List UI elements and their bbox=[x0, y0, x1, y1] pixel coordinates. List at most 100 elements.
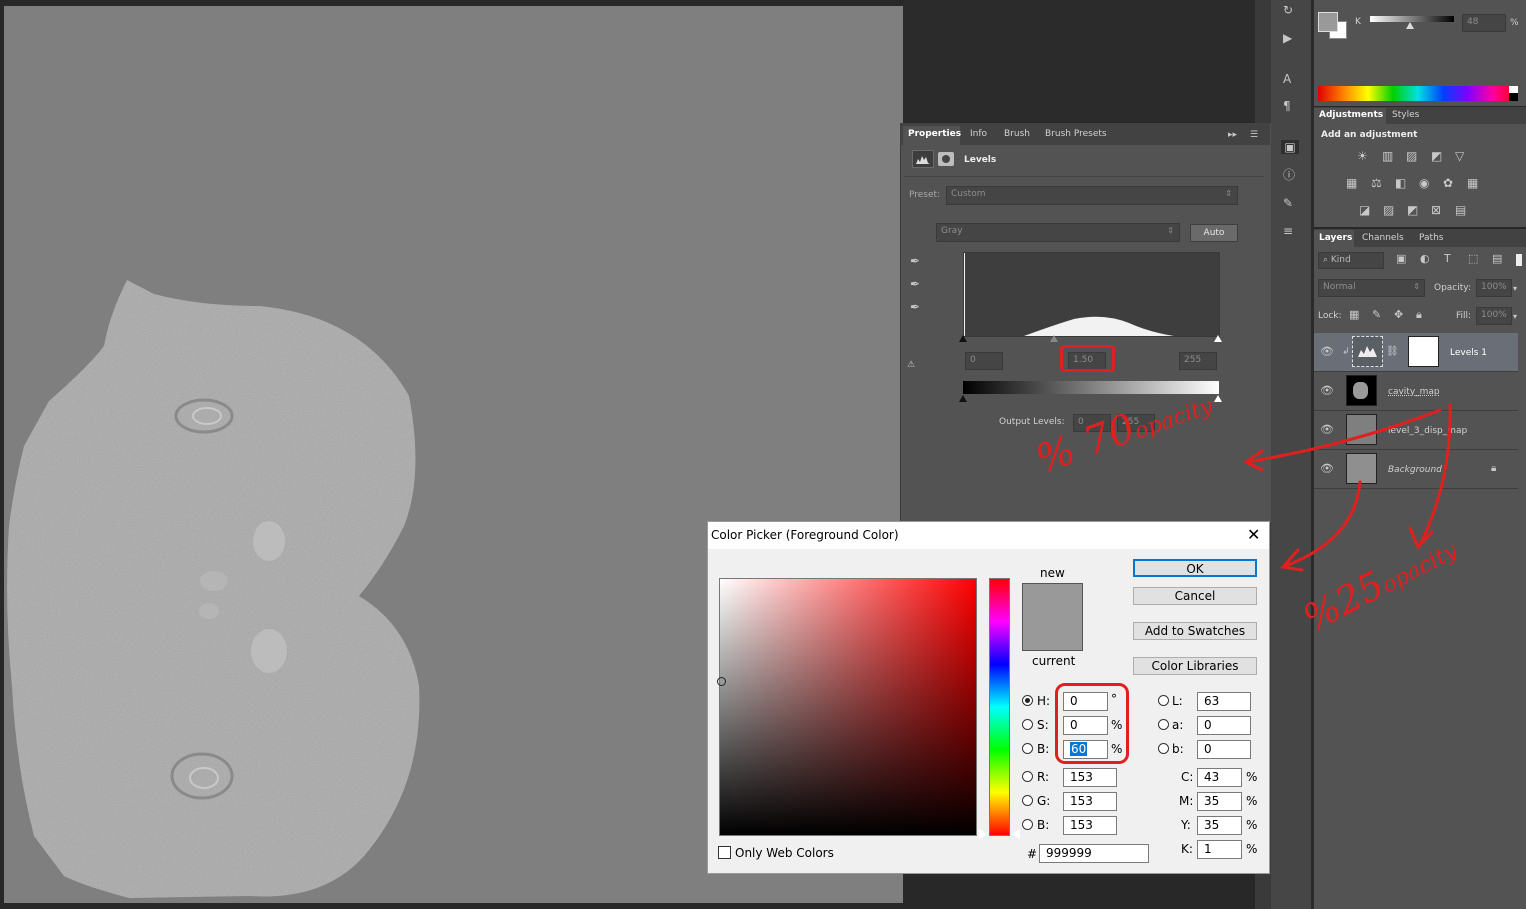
lab-b-field[interactable]: 0 bbox=[1197, 740, 1251, 759]
brush-presets-icon[interactable]: ≡ bbox=[1283, 224, 1293, 238]
filter-type-icon[interactable]: T bbox=[1444, 252, 1451, 266]
gradient-map-icon[interactable]: ▤ bbox=[1455, 203, 1466, 217]
photo-filter-icon[interactable]: ◉ bbox=[1419, 176, 1429, 190]
current-color-swatch[interactable] bbox=[1022, 617, 1083, 651]
layer-thumbnail[interactable] bbox=[1346, 375, 1377, 406]
layer-name[interactable]: Background bbox=[1388, 465, 1442, 475]
opacity-dropdown-icon[interactable]: ▾ bbox=[1513, 282, 1517, 296]
layer-row-levels[interactable]: 👁︎ ↲ ⛓ Levels 1 bbox=[1314, 333, 1518, 372]
posterize-icon[interactable]: ▨ bbox=[1383, 203, 1394, 217]
history-icon[interactable]: ↻ bbox=[1283, 3, 1293, 17]
filter-adjustment-icon[interactable]: ◐ bbox=[1420, 252, 1430, 266]
hue-slider-right-handle[interactable] bbox=[1012, 829, 1020, 839]
filter-pixel-icon[interactable]: ▣ bbox=[1396, 252, 1406, 266]
r-radio[interactable] bbox=[1022, 771, 1033, 782]
color-field[interactable] bbox=[719, 578, 977, 836]
preset-dropdown[interactable]: Custom ⇕ bbox=[946, 186, 1238, 205]
a-radio[interactable] bbox=[1158, 719, 1169, 730]
brush-icon[interactable]: ✎ bbox=[1283, 196, 1293, 210]
l-radio[interactable] bbox=[1158, 695, 1169, 706]
color-spectrum-ramp[interactable] bbox=[1318, 86, 1518, 101]
hue-slider[interactable] bbox=[989, 578, 1010, 836]
channel-mixer-icon[interactable]: ✿ bbox=[1443, 176, 1453, 190]
layer-row-background[interactable]: 👁︎ Background 🔒︎ bbox=[1314, 450, 1518, 489]
filter-shape-icon[interactable]: ⬚ bbox=[1468, 252, 1478, 266]
panel-menu-icon[interactable]: ☰ bbox=[1250, 128, 1258, 142]
close-icon[interactable]: ✕ bbox=[1247, 525, 1260, 544]
vibrance-icon[interactable]: ▽ bbox=[1455, 149, 1464, 163]
clipping-warning-icon[interactable]: ⚠ bbox=[907, 358, 915, 372]
visibility-eye-icon[interactable]: 👁︎ bbox=[1320, 423, 1334, 437]
y-field[interactable]: 35 bbox=[1197, 816, 1242, 835]
blue-radio[interactable] bbox=[1022, 819, 1033, 830]
b-radio[interactable] bbox=[1022, 743, 1033, 754]
tab-info[interactable]: Info bbox=[970, 129, 987, 139]
tab-styles[interactable]: Styles bbox=[1392, 110, 1419, 120]
cancel-button[interactable]: Cancel bbox=[1133, 587, 1257, 605]
visibility-eye-icon[interactable]: 👁︎ bbox=[1320, 345, 1334, 359]
tab-brush-presets[interactable]: Brush Presets bbox=[1045, 129, 1107, 139]
lock-transparent-icon[interactable]: ▦ bbox=[1349, 308, 1359, 322]
foreground-color-swatch[interactable] bbox=[1318, 12, 1338, 32]
k-slider-thumb[interactable] bbox=[1406, 22, 1414, 29]
s-radio[interactable] bbox=[1022, 719, 1033, 730]
levels-icon[interactable]: ▥ bbox=[1382, 149, 1393, 163]
white-point-eyedropper-icon[interactable]: ✒ bbox=[910, 300, 920, 314]
black-swatch[interactable] bbox=[1509, 93, 1518, 101]
selective-color-icon[interactable]: ⊠ bbox=[1431, 203, 1441, 217]
levels-adjustment-thumbnail[interactable] bbox=[1352, 336, 1383, 367]
blend-mode-dropdown[interactable]: Normal ⇕ bbox=[1318, 279, 1425, 297]
filter-toggle[interactable] bbox=[1516, 254, 1522, 266]
exposure-icon[interactable]: ◩ bbox=[1431, 149, 1442, 163]
only-web-colors-checkbox[interactable] bbox=[718, 846, 731, 859]
hex-field[interactable]: 999999 bbox=[1039, 844, 1149, 863]
hue-saturation-icon[interactable]: ▦ bbox=[1346, 176, 1357, 190]
tab-brush[interactable]: Brush bbox=[1004, 129, 1030, 139]
blue-field[interactable]: 153 bbox=[1063, 816, 1117, 835]
color-lookup-icon[interactable]: ▦ bbox=[1467, 176, 1478, 190]
curves-icon[interactable]: ▨ bbox=[1406, 149, 1417, 163]
brightness-contrast-icon[interactable]: ☀ bbox=[1357, 149, 1368, 163]
layer-filter-kind-dropdown[interactable]: ⌕ Kind bbox=[1318, 252, 1384, 269]
layer-mask-thumbnail[interactable] bbox=[1408, 336, 1439, 367]
filter-smart-object-icon[interactable]: ▤ bbox=[1492, 252, 1502, 266]
layer-row-cavity-map[interactable]: 👁︎ cavity_map bbox=[1314, 372, 1518, 411]
color-field-cursor[interactable] bbox=[717, 677, 726, 686]
l-field[interactable]: 63 bbox=[1197, 692, 1251, 711]
tab-channels[interactable]: Channels bbox=[1362, 233, 1404, 243]
hue-slider-left-handle[interactable] bbox=[979, 829, 987, 839]
lock-image-icon[interactable]: ✎ bbox=[1372, 308, 1381, 322]
layer-thumbnail[interactable] bbox=[1346, 414, 1377, 445]
h-radio[interactable] bbox=[1022, 695, 1033, 706]
collapse-panel-icon[interactable]: ▸▸ bbox=[1228, 128, 1237, 142]
layer-mask-icon[interactable] bbox=[938, 152, 954, 166]
g-radio[interactable] bbox=[1022, 795, 1033, 806]
layer-name[interactable]: level_3_disp_map bbox=[1388, 426, 1467, 436]
black-white-icon[interactable]: ◧ bbox=[1395, 176, 1406, 190]
tab-adjustments[interactable]: Adjustments bbox=[1314, 108, 1386, 124]
tab-paths[interactable]: Paths bbox=[1419, 233, 1443, 243]
c-field[interactable]: 43 bbox=[1197, 768, 1242, 787]
visibility-eye-icon[interactable]: 👁︎ bbox=[1320, 462, 1334, 476]
visibility-eye-icon[interactable]: 👁︎ bbox=[1320, 384, 1334, 398]
lab-b-radio[interactable] bbox=[1158, 743, 1169, 754]
opacity-field[interactable]: 100% bbox=[1476, 279, 1512, 297]
invert-icon[interactable]: ◪ bbox=[1359, 203, 1370, 217]
lock-all-icon[interactable]: 🔒︎ bbox=[1416, 308, 1422, 322]
input-levels-slider[interactable] bbox=[958, 334, 1224, 344]
actions-play-icon[interactable]: ▶ bbox=[1283, 31, 1292, 45]
color-balance-icon[interactable]: ⚖ bbox=[1371, 176, 1382, 190]
properties-icon[interactable]: ▣ bbox=[1281, 140, 1299, 154]
character-icon[interactable]: A bbox=[1283, 72, 1291, 86]
layer-name[interactable]: Levels 1 bbox=[1450, 348, 1487, 358]
a-field[interactable]: 0 bbox=[1197, 716, 1251, 735]
color-libraries-button[interactable]: Color Libraries bbox=[1133, 657, 1257, 675]
lock-position-icon[interactable]: ✥ bbox=[1394, 308, 1403, 322]
black-point-eyedropper-icon[interactable]: ✒ bbox=[910, 254, 920, 268]
link-icon[interactable]: ⛓ bbox=[1386, 345, 1399, 359]
tab-layers[interactable]: Layers bbox=[1314, 230, 1354, 247]
k-value-field[interactable]: 48 bbox=[1462, 14, 1506, 32]
tab-properties[interactable]: Properties bbox=[903, 126, 961, 145]
g-field[interactable]: 153 bbox=[1063, 792, 1117, 811]
auto-button[interactable]: Auto bbox=[1190, 224, 1238, 242]
